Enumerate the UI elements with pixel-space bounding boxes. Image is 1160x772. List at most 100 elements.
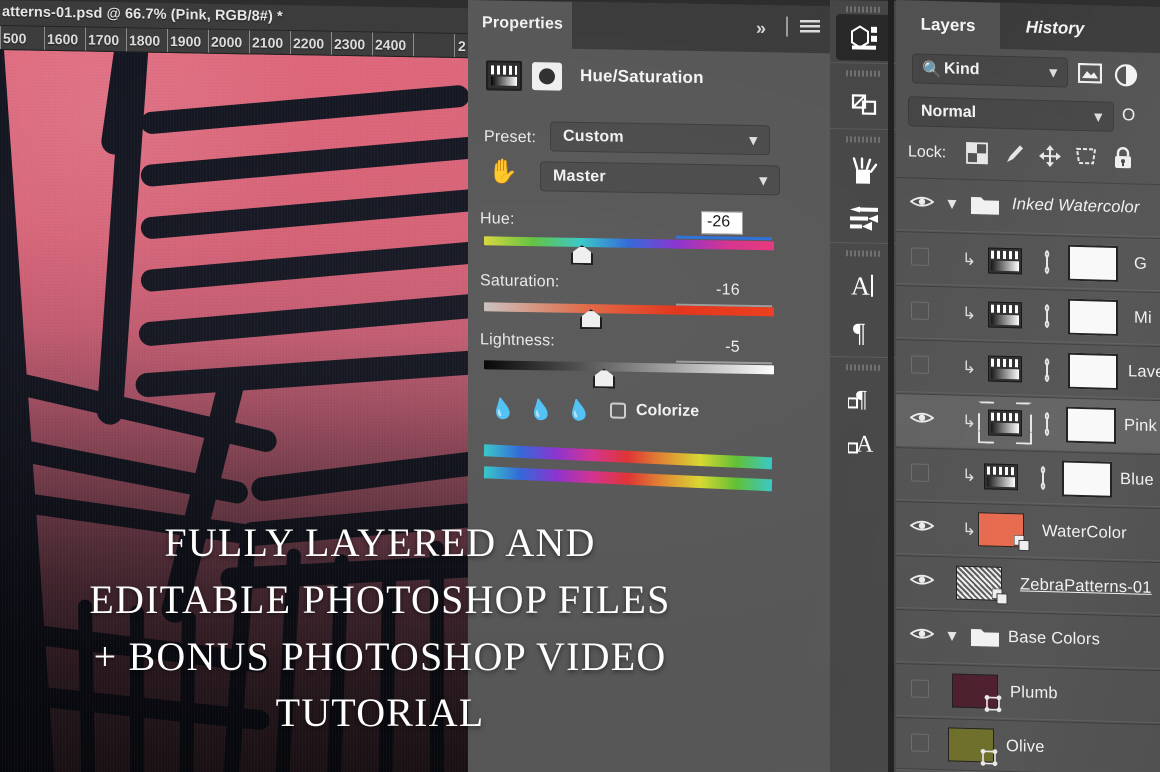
visibility-icon[interactable] [910, 193, 934, 210]
blend-mode-row: Normal ▾ [896, 92, 1160, 139]
layer-mask-thumbnail[interactable] [1068, 245, 1118, 282]
adjustment-thumbnail[interactable] [988, 247, 1022, 274]
layer-name[interactable]: Base Colors [1008, 628, 1100, 649]
adjustment-thumbnail[interactable] [988, 409, 1022, 436]
visibility-icon[interactable] [910, 409, 934, 426]
eyedropper-subtract-icon[interactable]: 💧 [564, 396, 592, 423]
paragraph-icon[interactable]: ¶ [836, 308, 892, 355]
tab-properties[interactable]: Properties [468, 0, 572, 50]
panel-menu-icon[interactable] [800, 20, 820, 34]
visibility-toggle[interactable] [911, 355, 929, 373]
layer-name[interactable]: Plumb [1010, 683, 1058, 703]
hue-range-bar-bottom[interactable] [484, 466, 772, 491]
blend-mode-dropdown[interactable]: Normal ▾ [908, 96, 1114, 132]
layer-row[interactable]: ↳ G [896, 231, 1160, 291]
ruler-tick-label: 1800 [129, 32, 160, 49]
panel-drag-handle[interactable] [846, 364, 882, 371]
layer-name[interactable]: Blue [1120, 470, 1154, 490]
link-icon[interactable] [1038, 358, 1056, 382]
panel-drag-handle[interactable] [846, 6, 882, 13]
layer-row[interactable]: ↳ Pink [896, 393, 1160, 453]
link-icon[interactable] [1038, 250, 1056, 274]
layer-name[interactable]: Olive [1006, 737, 1045, 757]
channel-dropdown[interactable]: Master ▾ [540, 161, 780, 195]
layer-name[interactable]: ZebraPatterns-01 [1020, 575, 1152, 598]
svg-text:A: A [856, 431, 874, 456]
brushes-icon[interactable] [836, 148, 892, 195]
preset-label: Preset: [484, 128, 536, 147]
visibility-icon[interactable] [910, 571, 934, 588]
visibility-icon[interactable] [910, 625, 934, 642]
layer-mask-icon[interactable] [532, 62, 562, 91]
hue-slider-handle[interactable] [571, 245, 593, 265]
lock-all-icon[interactable] [1112, 146, 1136, 171]
layer-row[interactable]: Olive [896, 717, 1160, 772]
layer-name[interactable]: Mi [1134, 308, 1152, 327]
layer-name[interactable]: Inked Watercolor [1012, 195, 1140, 217]
adjustment-thumbnail[interactable] [984, 463, 1018, 490]
layer-row[interactable]: ▾ Inked Watercolor [896, 177, 1160, 237]
artboard-icon[interactable] [1074, 145, 1098, 170]
adjustment-filter-icon[interactable] [1114, 64, 1136, 85]
move-icon[interactable] [1038, 144, 1062, 169]
layer-name[interactable]: Lave [1128, 362, 1160, 382]
brush-icon[interactable] [1002, 143, 1026, 168]
hue-input[interactable]: -26 [701, 211, 743, 235]
image-filter-icon[interactable] [1078, 63, 1100, 84]
panel-drag-handle[interactable] [846, 136, 882, 143]
adjustment-thumbnail[interactable] [988, 301, 1022, 328]
transparent-pixels-icon[interactable] [966, 142, 990, 167]
visibility-icon[interactable] [910, 517, 934, 534]
toolbar-divider [786, 17, 788, 37]
link-icon[interactable] [1038, 304, 1056, 328]
filter-kind-dropdown[interactable]: 🔍 Kind ▾ [912, 53, 1068, 87]
character-icon[interactable]: A [836, 262, 892, 309]
paragraph-styles-icon[interactable]: ¶ [836, 374, 892, 421]
layer-row[interactable]: ↳ Blue [896, 447, 1160, 507]
panel-drag-handle[interactable] [846, 70, 882, 77]
character-styles-icon[interactable]: A [836, 418, 892, 465]
visibility-toggle[interactable] [911, 679, 929, 697]
visibility-toggle[interactable] [911, 301, 929, 319]
layer-mask-thumbnail[interactable] [1066, 407, 1116, 444]
visibility-toggle[interactable] [911, 733, 929, 751]
eyedropper-icon[interactable]: 💧 [488, 395, 516, 422]
targeted-adjustment-tool-icon[interactable]: ✋ [488, 160, 522, 191]
lightness-value[interactable]: -5 [680, 338, 740, 357]
layer-row[interactable]: Plumb [896, 663, 1160, 723]
layer-mask-thumbnail[interactable] [1068, 353, 1118, 390]
layer-name[interactable]: Pink [1124, 416, 1157, 436]
document-canvas[interactable] [0, 47, 482, 772]
chevron-down-icon[interactable]: ▾ [948, 193, 956, 213]
layer-name[interactable]: WaterColor [1042, 522, 1127, 543]
tab-history[interactable]: History [1000, 3, 1110, 53]
layer-row[interactable]: ↳ Lave [896, 339, 1160, 399]
layer-mask-thumbnail[interactable] [1062, 460, 1112, 497]
layer-row[interactable]: ↳ Mi [896, 285, 1160, 345]
visibility-toggle[interactable] [911, 463, 929, 481]
layer-mask-thumbnail[interactable] [1068, 299, 1118, 336]
layer-row[interactable]: ↳ WaterColor [896, 501, 1160, 561]
link-icon[interactable] [1034, 466, 1052, 490]
visibility-toggle[interactable] [911, 247, 929, 265]
3d-panel-icon[interactable] [836, 14, 892, 61]
colorize-checkbox[interactable] [610, 402, 626, 418]
layer-name[interactable]: G [1134, 254, 1147, 273]
link-icon[interactable] [1038, 412, 1056, 436]
svg-text:¶: ¶ [853, 317, 865, 346]
preset-dropdown[interactable]: Custom ▾ [550, 121, 770, 155]
brush-settings-icon[interactable] [836, 194, 892, 241]
colorize-label: Colorize [636, 402, 699, 421]
panel-drag-handle[interactable] [846, 250, 882, 257]
saturation-value[interactable]: -16 [680, 281, 740, 300]
collapse-panel-icon[interactable]: » [756, 18, 764, 39]
layer-row[interactable]: ZebraPatterns-01 [896, 555, 1160, 615]
tab-layers[interactable]: Layers [896, 0, 1000, 50]
adjustment-thumbnail[interactable] [988, 355, 1022, 382]
layer-row[interactable]: ▾ Base Colors [896, 609, 1160, 669]
eyedropper-add-icon[interactable]: 💧 [526, 396, 554, 423]
layer-comps-icon[interactable] [836, 82, 892, 129]
chevron-down-icon[interactable]: ▾ [948, 625, 956, 645]
hue-range-bar-top[interactable] [484, 444, 772, 469]
ruler-tick-label: 500 [3, 30, 26, 46]
